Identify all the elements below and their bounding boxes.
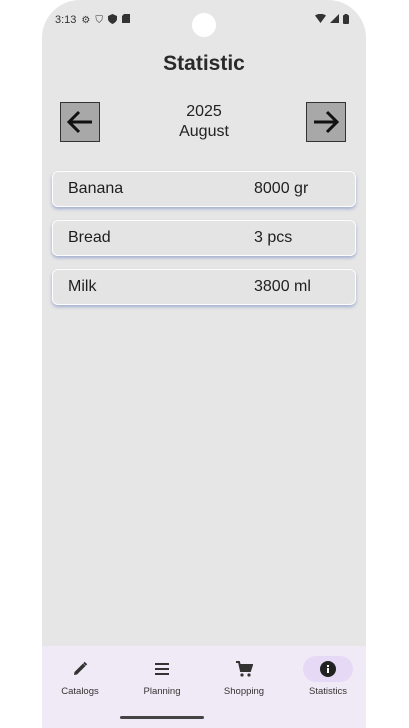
item-name: Bread [68, 229, 111, 246]
signal-icon [330, 14, 339, 26]
list-icon [155, 663, 169, 675]
status-time: 3:13 [55, 14, 77, 26]
notification-icons: ⚙ ⛉ [81, 13, 130, 27]
tab-icon-container [303, 656, 353, 682]
tab-label: Statistics [308, 686, 347, 697]
shield-off-icon: ⛉ [95, 14, 103, 26]
wifi-icon [315, 13, 326, 26]
tab-shopping[interactable]: Shopping [206, 656, 282, 706]
pencil-icon [74, 661, 88, 675]
phone-screen: 3:13 ⚙ ⛉ Statistic 2025 August Banana 80… [42, 0, 366, 728]
tab-catalogs[interactable]: Catalogs [42, 656, 118, 706]
tab-icon-container [219, 656, 269, 682]
next-month-button[interactable] [306, 102, 346, 142]
camera-cutout [192, 13, 216, 37]
tab-statistics[interactable]: Statistics [290, 656, 366, 706]
shield-icon [107, 13, 117, 27]
tab-label: Planning [143, 686, 181, 697]
cart-icon [236, 661, 253, 677]
item-quantity: 3800 ml [254, 278, 311, 295]
tab-icon-container [55, 656, 105, 682]
info-icon [320, 661, 336, 677]
tab-icon-container [137, 656, 187, 682]
battery-icon [343, 13, 349, 27]
status-left: 3:13 ⚙ ⛉ [55, 13, 130, 27]
list-item[interactable]: Bread 3 pcs [52, 220, 356, 256]
tab-planning[interactable]: Planning [124, 656, 200, 706]
list-item[interactable]: Banana 8000 gr [52, 171, 356, 207]
item-quantity: 8000 gr [254, 180, 309, 197]
home-indicator[interactable] [120, 716, 204, 719]
settings-notification-icon: ⚙ [81, 14, 91, 26]
item-name: Banana [68, 180, 124, 197]
status-right [315, 13, 349, 27]
tab-label: Catalogs [61, 686, 99, 697]
item-quantity: 3 pcs [254, 229, 293, 246]
list-item[interactable]: Milk 3800 ml [52, 269, 356, 305]
sd-card-icon [121, 14, 130, 26]
arrow-right-icon [314, 110, 340, 134]
bottom-navigation: Catalogs Planning Shopping Statistics [42, 646, 366, 728]
page-title: Statistic [163, 52, 245, 75]
item-name: Milk [68, 278, 97, 295]
tab-label: Shopping [223, 686, 265, 697]
